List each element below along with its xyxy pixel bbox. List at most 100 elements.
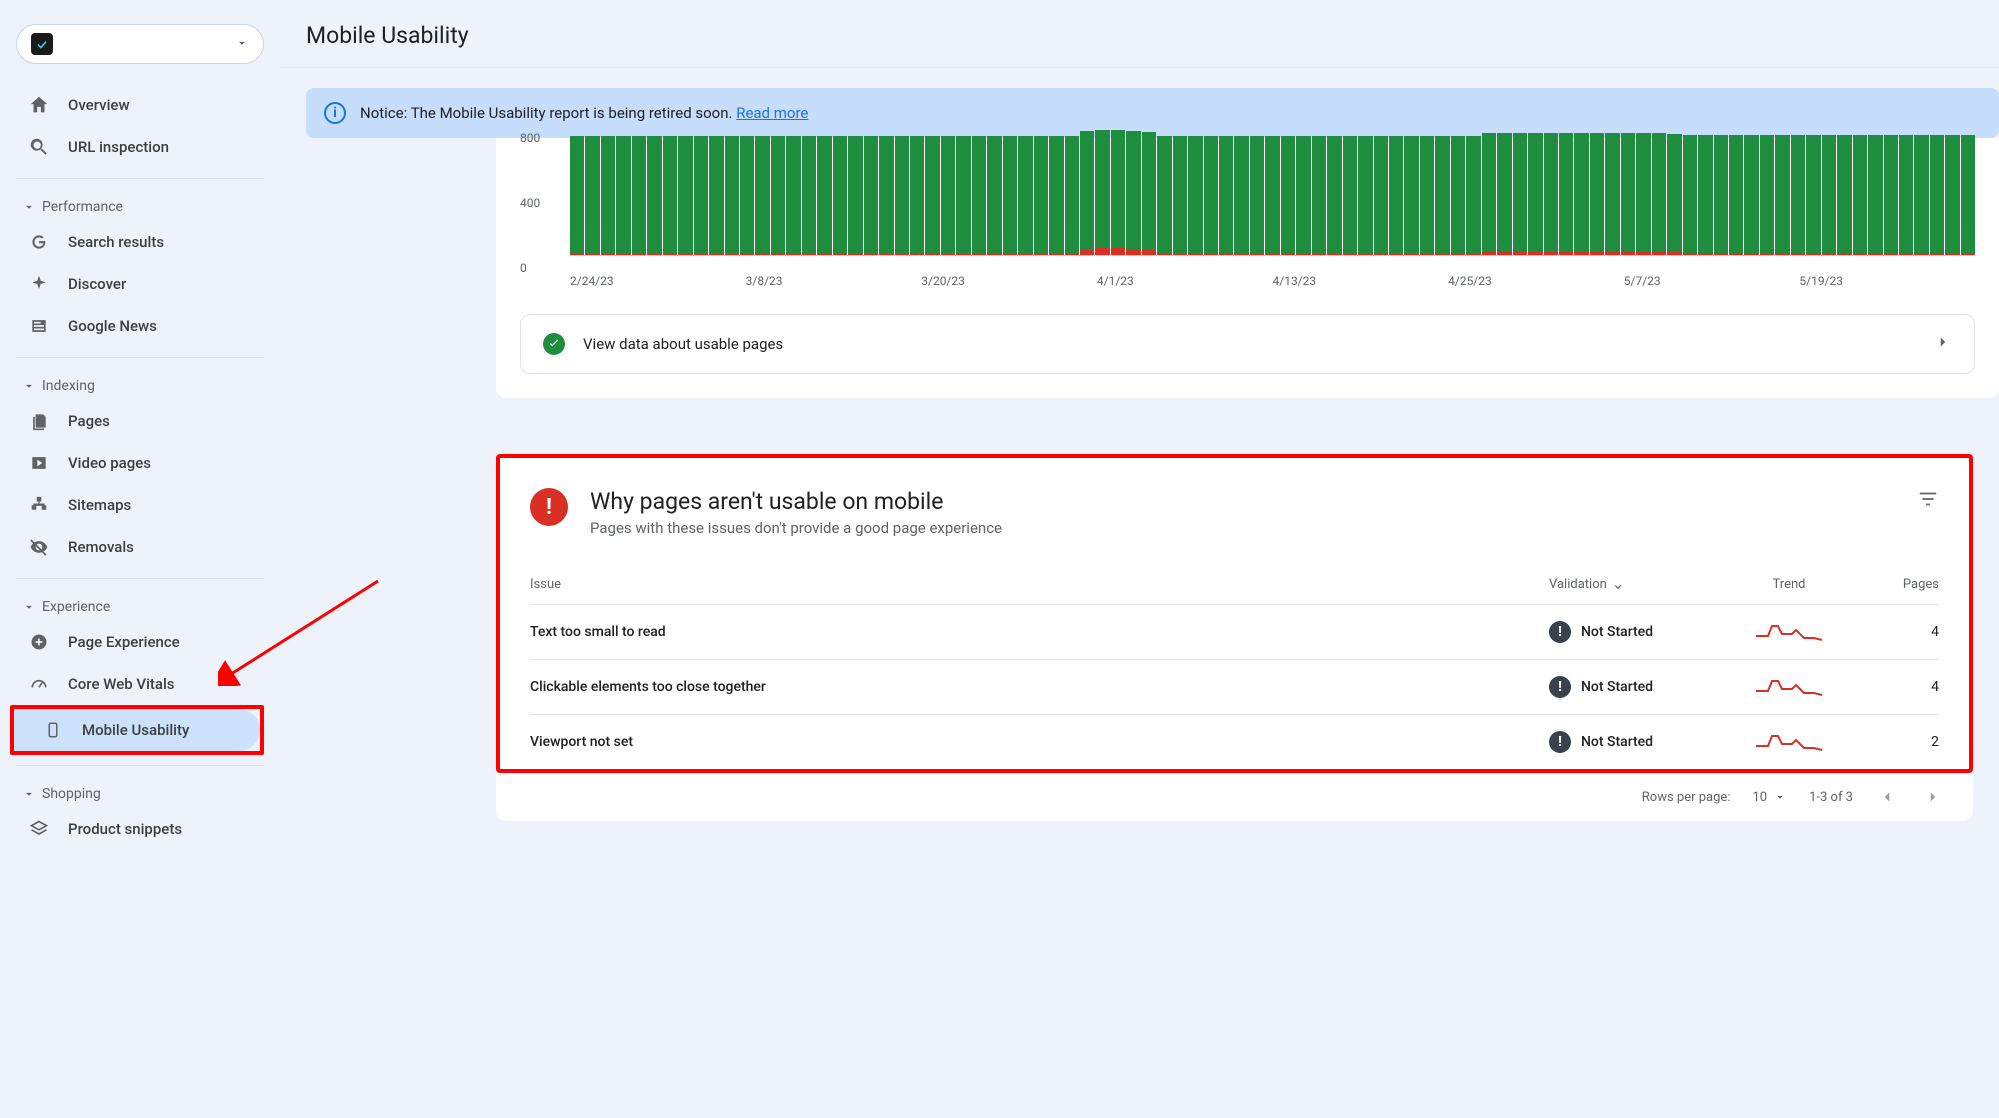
nav-video-pages[interactable]: Video pages	[0, 442, 280, 484]
group-label: Experience	[42, 599, 110, 615]
bar-column	[1497, 133, 1511, 255]
pager-next[interactable]	[1921, 785, 1945, 809]
bar-column	[1343, 136, 1357, 255]
bar-column	[1003, 136, 1017, 255]
nav-url-inspection[interactable]: URL inspection	[0, 126, 280, 168]
group-label: Shopping	[42, 786, 101, 802]
chevron-down-icon	[235, 35, 249, 54]
bar-column	[1080, 131, 1094, 255]
info-icon: i	[324, 102, 346, 124]
bar-column	[1513, 133, 1527, 255]
nav-label: Removals	[68, 538, 134, 556]
nav-label: Mobile Usability	[82, 721, 189, 739]
nav-page-experience[interactable]: Page Experience	[0, 621, 280, 663]
bar-column	[1435, 136, 1449, 255]
bar-column	[941, 136, 955, 255]
group-shopping[interactable]: Shopping	[0, 776, 280, 808]
search-icon	[28, 136, 50, 158]
notice-text: Notice: The Mobile Usability report is b…	[360, 104, 808, 122]
nav-pages[interactable]: Pages	[0, 400, 280, 442]
bar-column	[632, 136, 646, 255]
group-label: Performance	[42, 199, 123, 215]
y-tick: 0	[520, 261, 527, 275]
home-icon	[28, 94, 50, 116]
bar-column	[1837, 135, 1851, 255]
bar-column	[616, 136, 630, 255]
nav-search-results[interactable]: Search results	[0, 221, 280, 263]
bar-column	[1281, 136, 1295, 255]
group-performance[interactable]: Performance	[0, 189, 280, 221]
nav-mobile-usability[interactable]: Mobile Usability	[14, 709, 260, 751]
pager-prev[interactable]	[1875, 785, 1899, 809]
bar-column	[1775, 135, 1789, 255]
rows-per-page-label: Rows per page:	[1642, 790, 1731, 805]
bar-column	[1698, 135, 1712, 255]
bar-column	[585, 136, 599, 255]
bar-column	[1327, 136, 1341, 255]
bar-column	[1095, 130, 1109, 255]
bar-column	[1049, 136, 1063, 255]
usability-chart: 800 400 0	[520, 138, 1975, 268]
bar-column	[1482, 133, 1496, 255]
bar-column	[895, 136, 909, 255]
group-experience[interactable]: Experience	[0, 589, 280, 621]
chart-card: 800 400 0 2/24/233/8/233/20/234/1/234/13…	[496, 138, 1999, 398]
nav-removals[interactable]: Removals	[0, 526, 280, 568]
issue-name: Clickable elements too close together	[530, 679, 1549, 695]
bar-column	[771, 136, 785, 255]
bar-column	[663, 136, 677, 255]
nav-sitemaps[interactable]: Sitemaps	[0, 484, 280, 526]
bar-column	[1451, 136, 1465, 255]
x-tick: 4/1/23	[1097, 274, 1273, 288]
table-header: Issue Validation Trend Pages	[530, 577, 1939, 605]
col-header-issue[interactable]: Issue	[530, 577, 1549, 592]
bar-column	[1188, 136, 1202, 255]
rows-per-page-select[interactable]: 10	[1752, 790, 1787, 805]
trend-sparkline	[1719, 622, 1859, 642]
highlight-box: Mobile Usability	[10, 705, 264, 755]
bar-column	[1945, 135, 1959, 255]
x-tick: 3/20/23	[921, 274, 1097, 288]
bar-column	[925, 136, 939, 255]
filter-icon[interactable]	[1917, 488, 1939, 514]
nav-google-news[interactable]: Google News	[0, 305, 280, 347]
group-indexing[interactable]: Indexing	[0, 368, 280, 400]
col-header-pages[interactable]: Pages	[1859, 577, 1939, 592]
issue-row[interactable]: Clickable elements too close together !N…	[530, 660, 1939, 715]
nav-label: Page Experience	[68, 633, 180, 651]
chart-bars	[570, 138, 1975, 256]
nav-overview[interactable]: Overview	[0, 84, 280, 126]
col-header-validation[interactable]: Validation	[1549, 577, 1719, 592]
bar-column	[1760, 135, 1774, 255]
nav-discover[interactable]: Discover	[0, 263, 280, 305]
y-tick: 400	[520, 196, 540, 210]
x-tick: 5/19/23	[1799, 274, 1975, 288]
nav-product-snippets[interactable]: Product snippets	[0, 808, 280, 850]
x-tick: 5/7/23	[1624, 274, 1800, 288]
removals-icon	[28, 536, 50, 558]
divider	[16, 357, 264, 358]
notice-link[interactable]: Read more	[736, 104, 808, 122]
issue-row[interactable]: Viewport not set !Not Started 2	[530, 715, 1939, 769]
col-header-trend[interactable]: Trend	[1719, 577, 1859, 592]
trend-sparkline	[1719, 677, 1859, 697]
nav-core-web-vitals[interactable]: Core Web Vitals	[0, 663, 280, 705]
bar-column	[833, 136, 847, 255]
nav-label: Core Web Vitals	[68, 675, 175, 693]
x-tick: 3/8/23	[746, 274, 922, 288]
property-favicon	[31, 33, 53, 55]
bar-column	[1559, 133, 1573, 255]
bar-column	[1729, 135, 1743, 255]
view-usable-pages-row[interactable]: View data about usable pages	[520, 314, 1975, 374]
nav-label: Google News	[68, 317, 157, 335]
bar-column	[601, 136, 615, 255]
property-selector[interactable]	[16, 24, 264, 64]
chevron-right-icon	[1934, 333, 1952, 355]
bar-column	[647, 136, 661, 255]
divider	[16, 178, 264, 179]
bar-column	[740, 136, 754, 255]
issue-row[interactable]: Text too small to read !Not Started 4	[530, 605, 1939, 660]
bar-column	[1884, 135, 1898, 255]
nav-label: Product snippets	[68, 820, 182, 838]
bar-column	[786, 136, 800, 255]
